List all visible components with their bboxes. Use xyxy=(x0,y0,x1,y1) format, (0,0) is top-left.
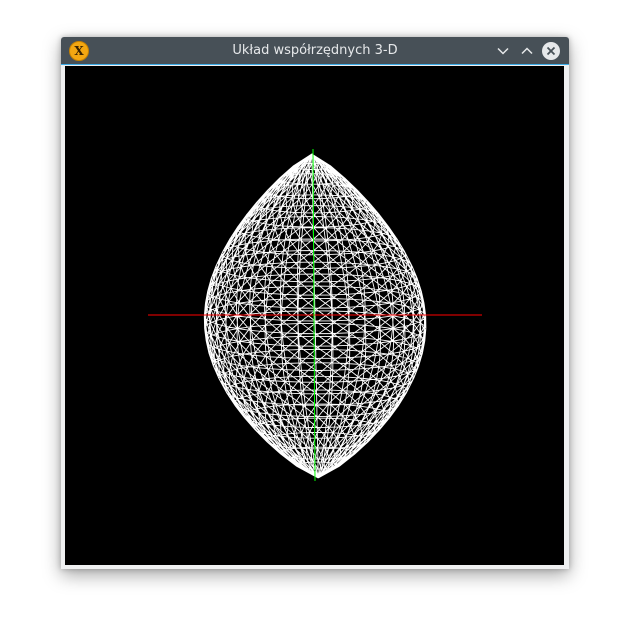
gl-viewport[interactable] xyxy=(65,66,564,565)
maximize-button[interactable] xyxy=(517,41,537,61)
scene-canvas xyxy=(65,66,564,565)
title-bar[interactable]: X Układ współrzędnych 3-D xyxy=(61,37,569,65)
chevron-down-icon xyxy=(497,47,509,55)
app-window: X Układ współrzędnych 3-D xyxy=(61,37,569,569)
minimize-button[interactable] xyxy=(493,41,513,61)
close-button[interactable] xyxy=(541,41,561,61)
chevron-up-icon xyxy=(521,47,533,55)
close-icon xyxy=(542,42,560,60)
